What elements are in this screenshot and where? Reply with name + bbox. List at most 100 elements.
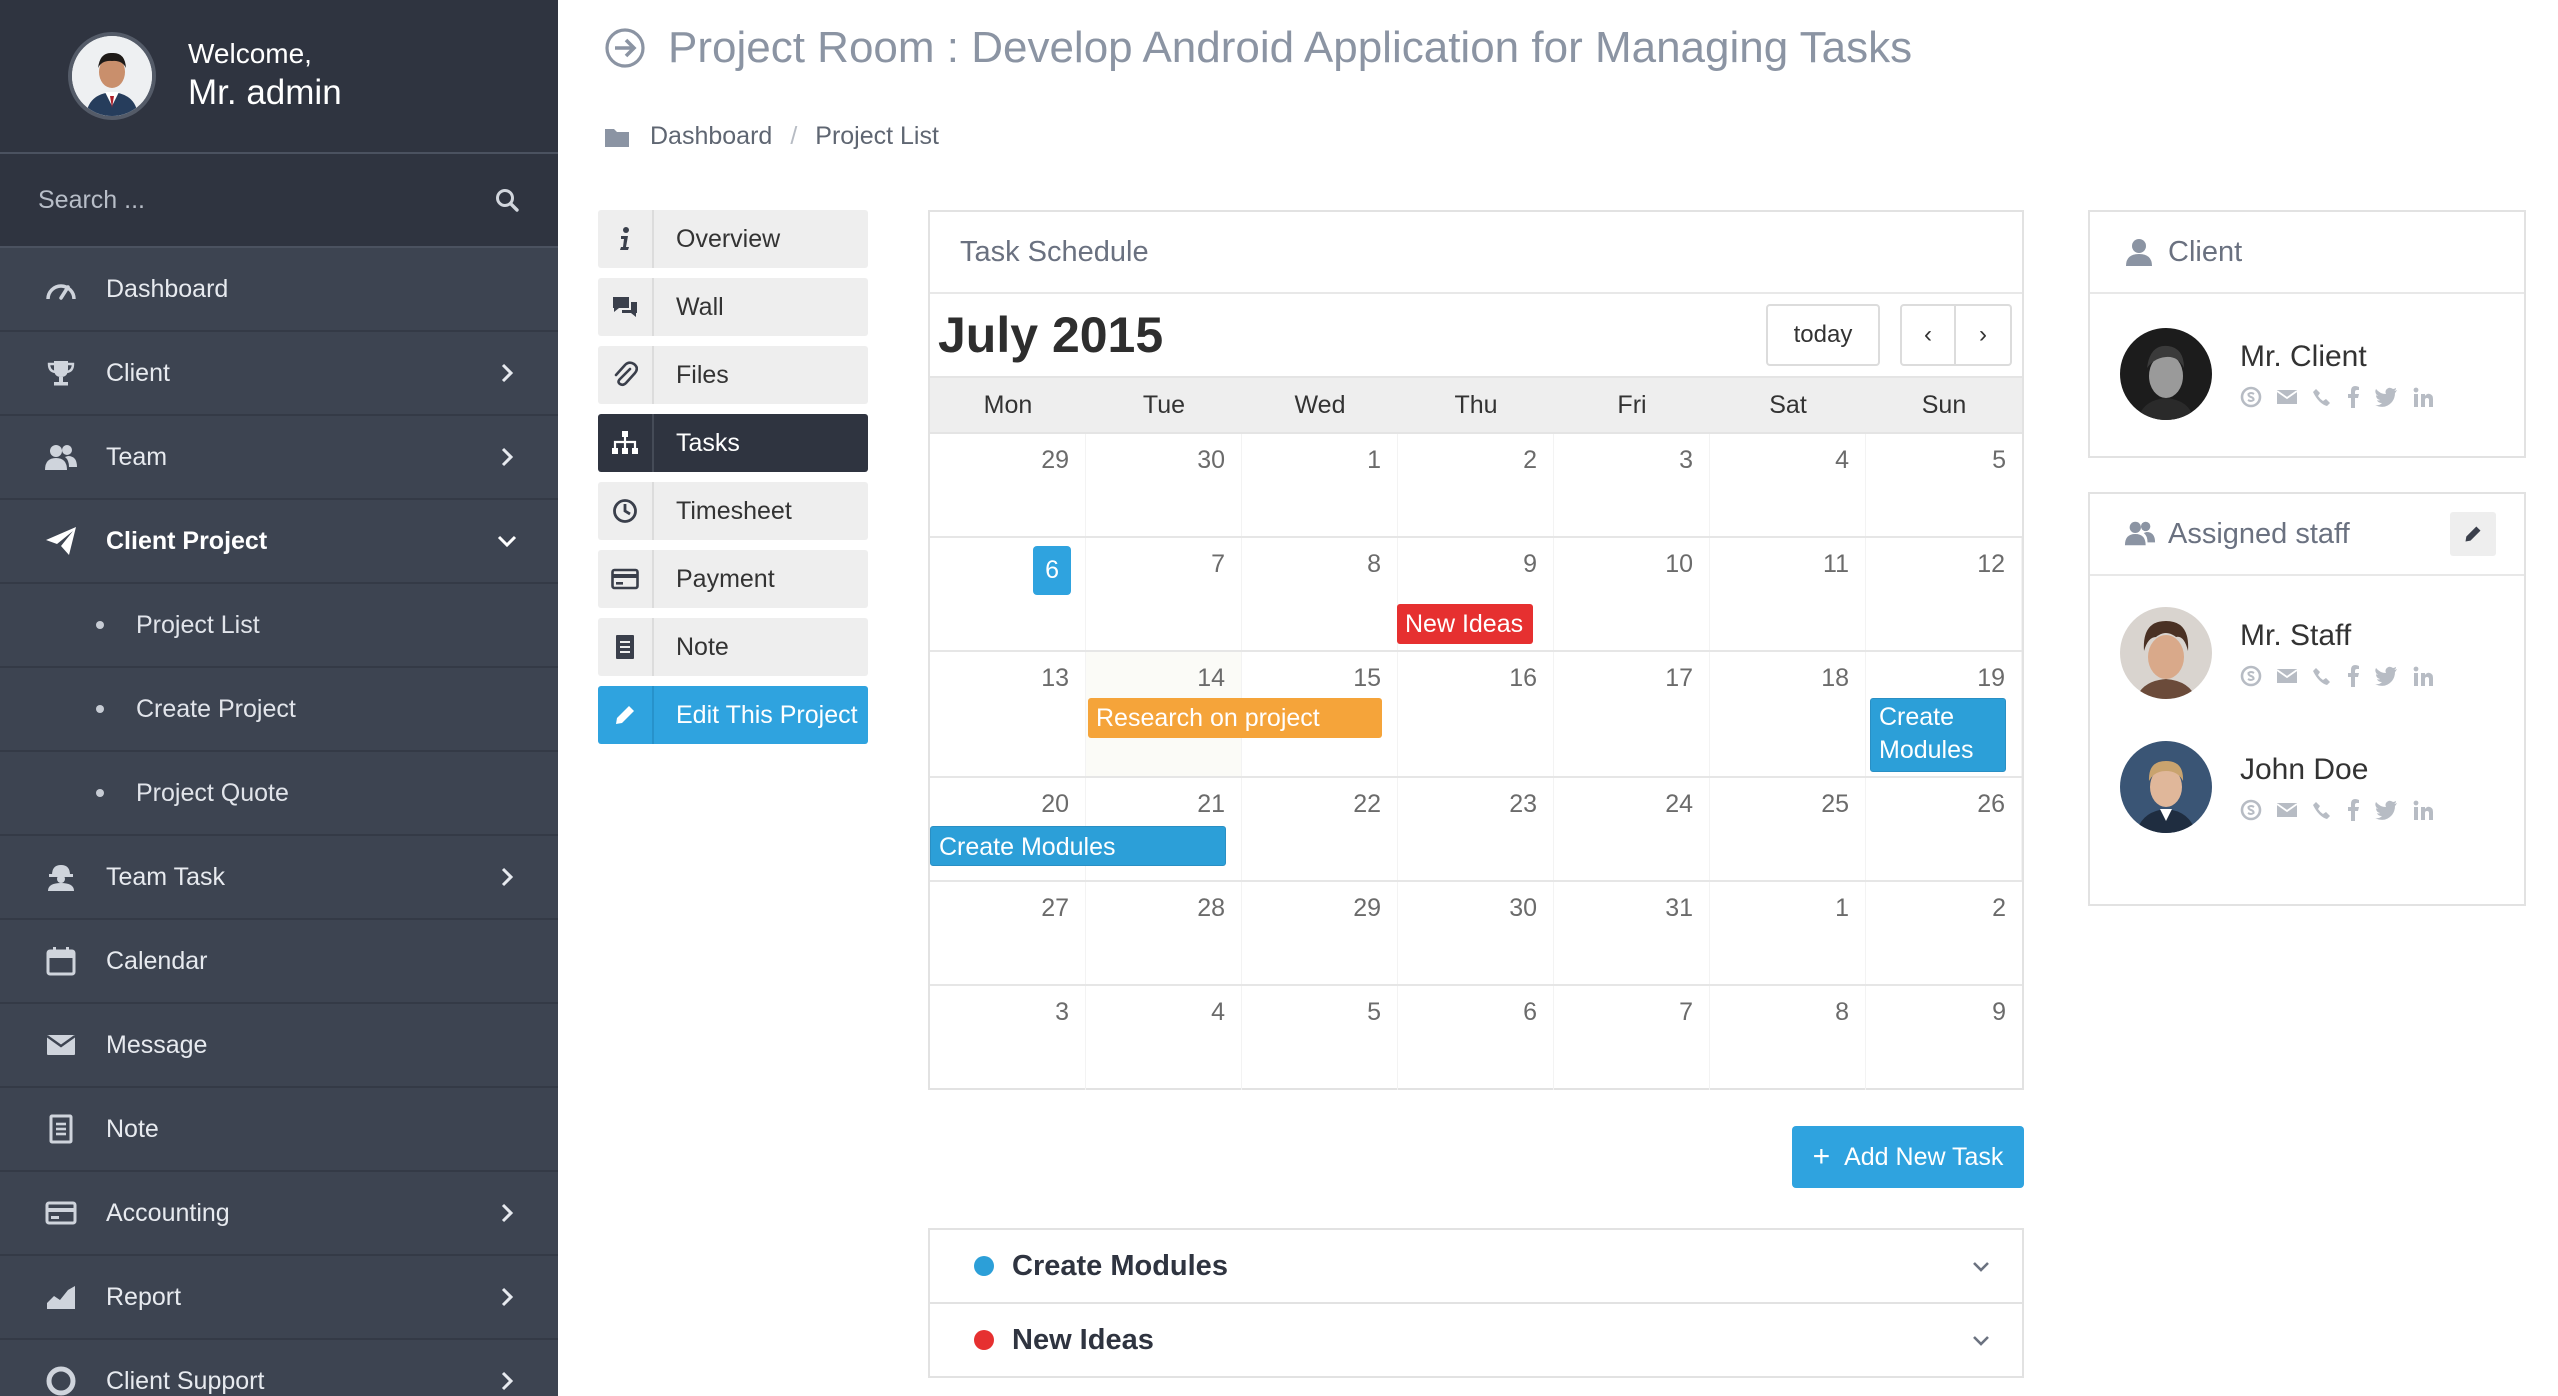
skype-icon[interactable] — [2240, 665, 2262, 687]
calendar-day[interactable]: 24 — [1554, 778, 1710, 880]
avatar[interactable] — [2120, 607, 2212, 699]
calendar-day[interactable]: 26 — [1866, 778, 2022, 880]
phone-icon[interactable] — [2312, 800, 2332, 820]
avatar[interactable] — [2120, 741, 2212, 833]
sidebar-item-message[interactable]: Message — [0, 1004, 558, 1088]
sidebar-item-client-support[interactable]: Client Support — [0, 1340, 558, 1396]
chevron-down-icon[interactable] — [1970, 1329, 1992, 1351]
sidebar-subitem-project-quote[interactable]: Project Quote — [0, 752, 558, 836]
envelope-icon[interactable] — [2276, 667, 2298, 685]
sidebar-item-accounting[interactable]: Accounting — [0, 1172, 558, 1256]
calendar-event[interactable]: Create Modules — [930, 826, 1226, 866]
sidebar-item-client-project[interactable]: Client Project — [0, 500, 558, 584]
linkedin-icon[interactable] — [2412, 799, 2434, 821]
breadcrumb-dashboard[interactable]: Dashboard — [650, 122, 772, 151]
project-menu-files[interactable]: Files — [598, 346, 868, 404]
sidebar-item-dashboard[interactable]: Dashboard — [0, 248, 558, 332]
envelope-icon[interactable] — [2276, 388, 2298, 406]
edit-project-button[interactable]: Edit This Project — [598, 686, 868, 744]
panel-title: Assigned staff — [2168, 517, 2350, 550]
edit-staff-button[interactable] — [2450, 512, 2496, 556]
calendar-day[interactable]: 23 — [1398, 778, 1554, 880]
project-menu-note[interactable]: Note — [598, 618, 868, 676]
calendar-day-today[interactable]: 6 — [930, 538, 1086, 650]
calendar-day[interactable]: 17 — [1554, 652, 1710, 776]
calendar-day[interactable]: 1 — [1710, 882, 1866, 984]
calendar-day[interactable]: 7 — [1086, 538, 1242, 650]
calendar-day[interactable]: 29 — [1242, 882, 1398, 984]
calendar-day[interactable]: 31 — [1554, 882, 1710, 984]
task-row[interactable]: New Ideas — [930, 1304, 2022, 1378]
twitter-icon[interactable] — [2374, 387, 2398, 407]
avatar[interactable] — [2120, 328, 2212, 420]
calendar-day[interactable]: 29 — [930, 434, 1086, 536]
calendar-day[interactable]: 1 — [1242, 434, 1398, 536]
calendar-day[interactable]: 25 — [1710, 778, 1866, 880]
calendar-day[interactable]: 2 — [1398, 434, 1554, 536]
calendar-day[interactable]: 2 — [1866, 882, 2022, 984]
calendar-day[interactable]: 16 — [1398, 652, 1554, 776]
linkedin-icon[interactable] — [2412, 665, 2434, 687]
add-new-task-button[interactable]: + Add New Task — [1792, 1126, 2024, 1188]
calendar-week: 13 14 15 16 17 18 19 Research on project… — [930, 652, 2022, 778]
sidebar-item-note[interactable]: Note — [0, 1088, 558, 1172]
calendar-day[interactable]: 30 — [1086, 434, 1242, 536]
calendar-day[interactable]: 18 — [1710, 652, 1866, 776]
calendar-day[interactable]: 27 — [930, 882, 1086, 984]
search-input[interactable] — [38, 185, 494, 215]
calendar-day[interactable]: 10 — [1554, 538, 1710, 650]
facebook-icon[interactable] — [2346, 799, 2360, 821]
project-menu-label: Payment — [676, 564, 775, 593]
sidebar-item-team[interactable]: Team — [0, 416, 558, 500]
project-menu-wall[interactable]: Wall — [598, 278, 868, 336]
linkedin-icon[interactable] — [2412, 386, 2434, 408]
calendar-event[interactable]: Create Modules — [1870, 698, 2006, 772]
calendar-day[interactable]: 4 — [1086, 986, 1242, 1090]
calendar-event[interactable]: New Ideas — [1397, 604, 1533, 644]
avatar[interactable] — [68, 32, 156, 120]
phone-icon[interactable] — [2312, 387, 2332, 407]
project-menu-overview[interactable]: Overview — [598, 210, 868, 268]
sidebar-subitem-create-project[interactable]: Create Project — [0, 668, 558, 752]
calendar-day[interactable]: 8 — [1242, 538, 1398, 650]
calendar-day[interactable]: 5 — [1242, 986, 1398, 1090]
sidebar-item-team-task[interactable]: Team Task — [0, 836, 558, 920]
phone-icon[interactable] — [2312, 666, 2332, 686]
sidebar-item-client[interactable]: Client — [0, 332, 558, 416]
facebook-icon[interactable] — [2346, 386, 2360, 408]
calendar-event[interactable]: Research on project — [1088, 698, 1382, 738]
chevron-down-icon[interactable] — [1970, 1255, 1992, 1277]
search-icon[interactable] — [494, 187, 520, 213]
calendar-day[interactable]: 9 — [1866, 986, 2022, 1090]
envelope-icon[interactable] — [2276, 801, 2298, 819]
task-row[interactable]: Create Modules — [930, 1230, 2022, 1304]
twitter-icon[interactable] — [2374, 800, 2398, 820]
calendar-day[interactable]: 5 — [1866, 434, 2022, 536]
calendar-day[interactable]: 6 — [1398, 986, 1554, 1090]
calendar-day[interactable]: 8 — [1710, 986, 1866, 1090]
breadcrumb-project-list[interactable]: Project List — [815, 122, 939, 151]
calendar-day[interactable]: 7 — [1554, 986, 1710, 1090]
calendar-day[interactable]: 12 — [1866, 538, 2022, 650]
calendar-day[interactable]: 11 — [1710, 538, 1866, 650]
calendar-day[interactable]: 3 — [1554, 434, 1710, 536]
calendar-day[interactable]: 3 — [930, 986, 1086, 1090]
sidebar-item-calendar[interactable]: Calendar — [0, 920, 558, 1004]
calendar-day[interactable]: 30 — [1398, 882, 1554, 984]
project-menu-payment[interactable]: Payment — [598, 550, 868, 608]
skype-icon[interactable] — [2240, 799, 2262, 821]
calendar-day[interactable]: 28 — [1086, 882, 1242, 984]
sidebar-item-report[interactable]: Report — [0, 1256, 558, 1340]
project-menu-tasks[interactable]: Tasks — [598, 414, 868, 472]
sidebar-subitem-project-list[interactable]: Project List — [0, 584, 558, 668]
today-button[interactable]: today — [1766, 304, 1880, 366]
calendar-day[interactable]: 4 — [1710, 434, 1866, 536]
project-menu-timesheet[interactable]: Timesheet — [598, 482, 868, 540]
calendar-day[interactable]: 22 — [1242, 778, 1398, 880]
next-month-button[interactable]: › — [1956, 304, 2012, 366]
calendar-day[interactable]: 13 — [930, 652, 1086, 776]
twitter-icon[interactable] — [2374, 666, 2398, 686]
facebook-icon[interactable] — [2346, 665, 2360, 687]
prev-month-button[interactable]: ‹ — [1900, 304, 1956, 366]
skype-icon[interactable] — [2240, 386, 2262, 408]
